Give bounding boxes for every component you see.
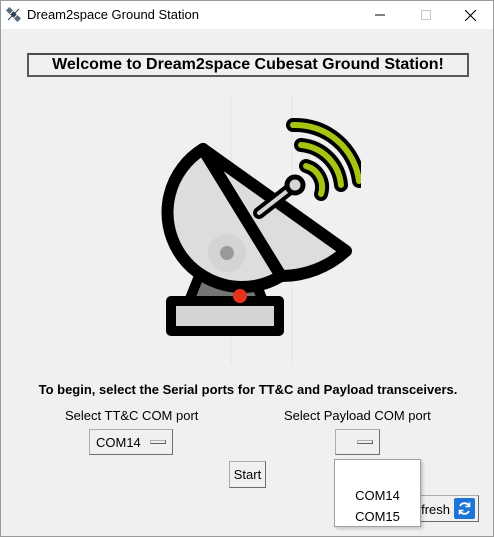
title-bar: Dream2space Ground Station xyxy=(1,1,493,29)
instruction-text: To begin, select the Serial ports for TT… xyxy=(38,382,458,397)
welcome-banner: Welcome to Dream2space Cubesat Ground St… xyxy=(27,53,469,77)
refresh-label: fresh xyxy=(421,502,450,517)
payload-port-dropdown: COM14 COM15 xyxy=(334,459,421,527)
dropdown-option-com15[interactable]: COM15 xyxy=(335,509,420,524)
window-title: Dream2space Ground Station xyxy=(27,7,199,22)
minimize-button[interactable] xyxy=(357,1,403,29)
option-indicator-icon xyxy=(357,440,373,444)
start-button[interactable]: Start xyxy=(229,461,266,488)
ttc-port-label: Select TT&C COM port xyxy=(65,408,199,423)
payload-port-select[interactable] xyxy=(335,429,380,455)
maximize-button[interactable] xyxy=(403,1,449,29)
minimize-icon xyxy=(375,14,385,16)
ttc-port-select[interactable]: COM14 xyxy=(89,429,173,455)
satellite-dish-icon xyxy=(161,95,361,365)
close-icon xyxy=(464,9,476,21)
option-indicator-icon xyxy=(150,440,166,444)
dropdown-option-com14[interactable]: COM14 xyxy=(335,488,420,503)
maximize-icon xyxy=(421,10,431,20)
app-window: Dream2space Ground Station Welcome to Dr… xyxy=(0,0,494,537)
payload-port-label: Select Payload COM port xyxy=(284,408,431,423)
satellite-app-icon xyxy=(5,6,22,23)
refresh-icon xyxy=(454,498,475,519)
ttc-port-value: COM14 xyxy=(96,435,141,450)
close-button[interactable] xyxy=(447,1,493,29)
